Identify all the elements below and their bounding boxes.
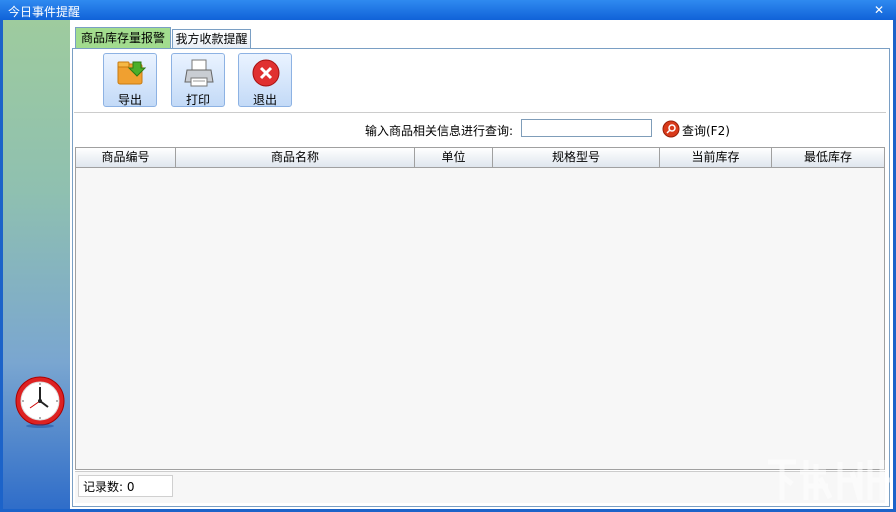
column-header-current-stock[interactable]: 当前库存 xyxy=(660,148,772,167)
title-bar[interactable]: 今日事件提醒 ✕ xyxy=(0,0,896,20)
record-count: 记录数: 0 xyxy=(78,475,173,497)
query-label: 输入商品相关信息进行查询: xyxy=(365,124,514,138)
column-header-specification[interactable]: 规格型号 xyxy=(493,148,660,167)
watermark-logo xyxy=(768,459,890,501)
left-panel xyxy=(3,20,70,509)
export-label: 导出 xyxy=(117,93,142,107)
print-label: 打印 xyxy=(185,93,210,107)
print-button[interactable]: 打印 xyxy=(171,53,225,107)
query-button-label: 查询(F2) xyxy=(682,124,730,138)
printer-icon xyxy=(184,59,214,87)
tab-receivable-reminder[interactable]: 我方收款提醒 xyxy=(172,29,251,48)
exit-label: 退出 xyxy=(252,93,277,107)
window-title: 今日事件提醒 xyxy=(8,5,81,19)
column-header-min-stock[interactable]: 最低库存 xyxy=(772,148,884,167)
export-button[interactable]: 导出 xyxy=(103,53,157,107)
close-icon[interactable]: ✕ xyxy=(872,3,886,17)
query-input[interactable] xyxy=(521,119,652,137)
column-header-unit[interactable]: 单位 xyxy=(415,148,493,167)
close-circle-icon xyxy=(252,59,280,87)
search-icon xyxy=(662,120,680,138)
tab-stock-alert[interactable]: 商品库存量报警 xyxy=(75,27,171,48)
column-header-product-code[interactable]: 商品编号 xyxy=(76,148,176,167)
table-header: 商品编号 商品名称 单位 规格型号 当前库存 最低库存 xyxy=(76,148,884,168)
clock-icon xyxy=(15,376,65,428)
stock-table[interactable]: 商品编号 商品名称 单位 规格型号 当前库存 最低库存 xyxy=(75,147,885,470)
exit-button[interactable]: 退出 xyxy=(238,53,292,107)
export-icon xyxy=(117,61,147,85)
column-header-product-name[interactable]: 商品名称 xyxy=(176,148,415,167)
